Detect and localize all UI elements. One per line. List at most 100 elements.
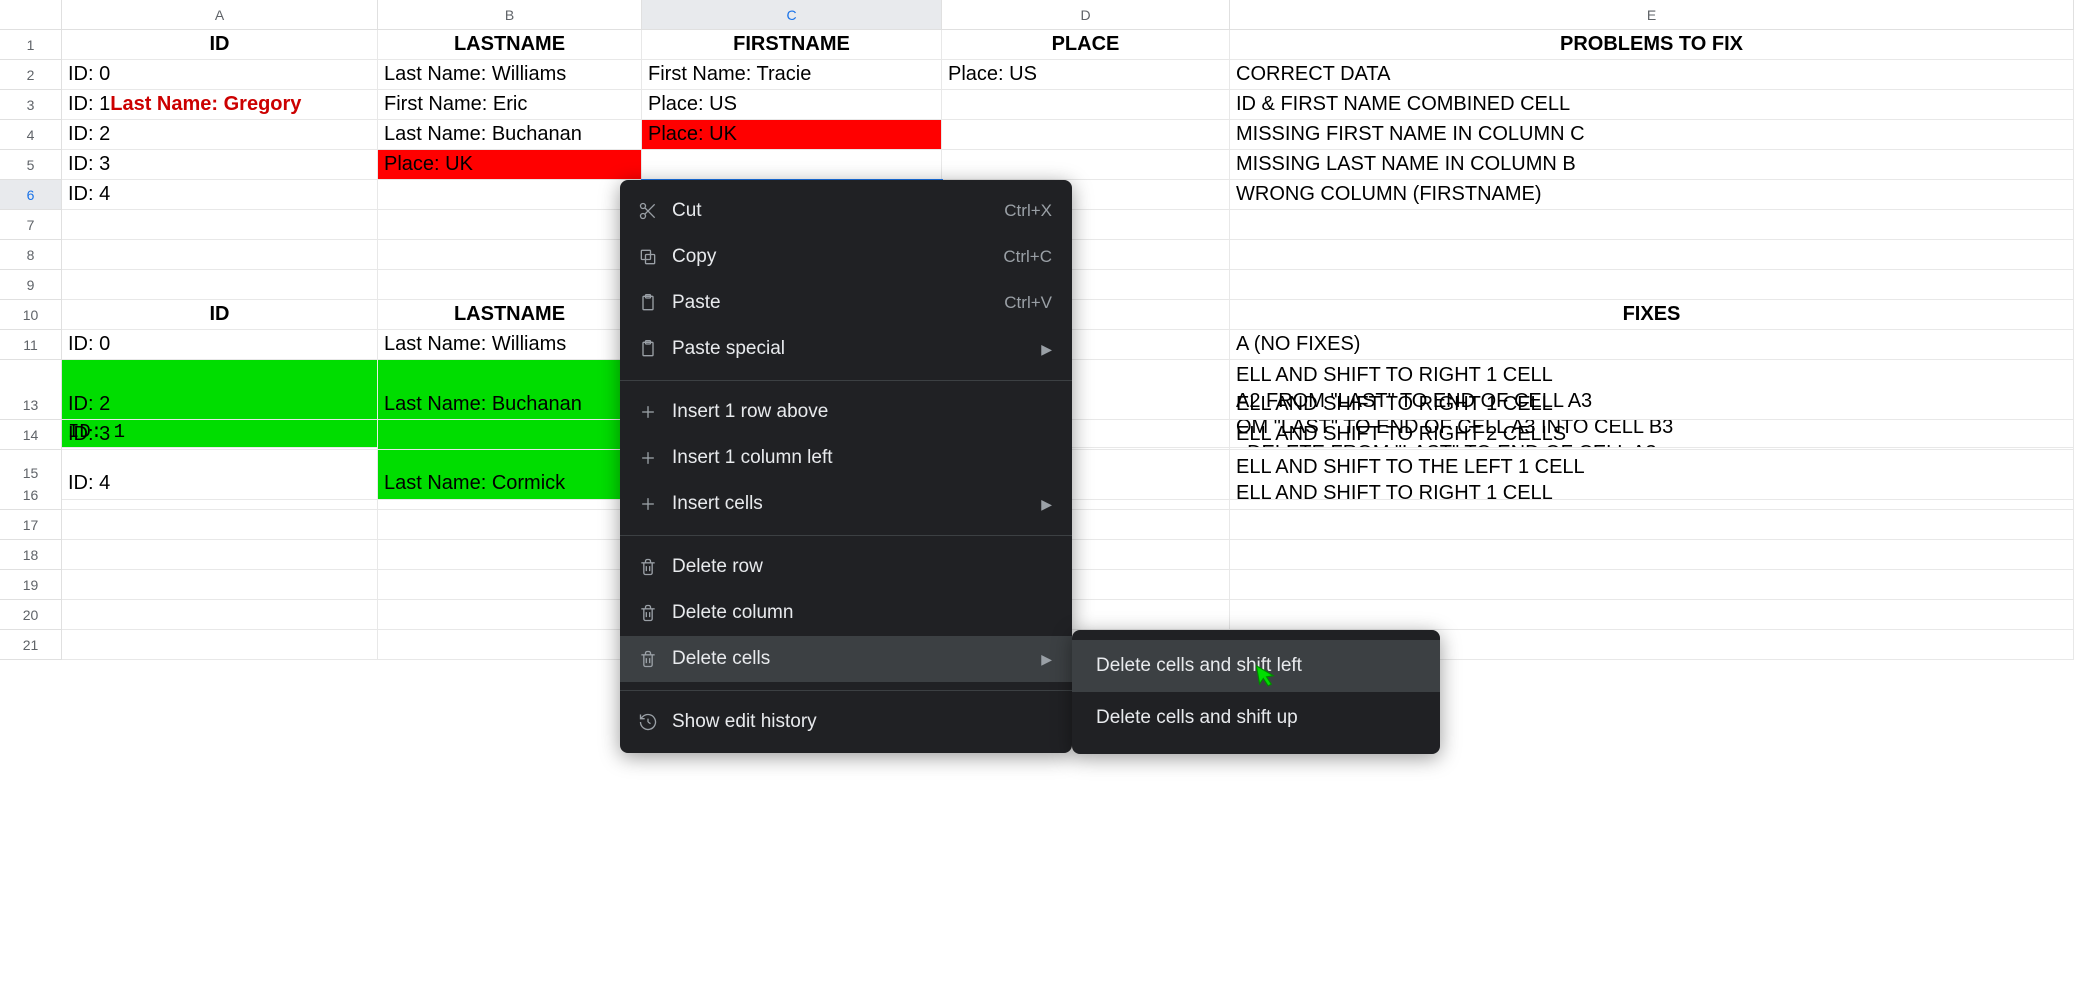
row-header-4[interactable]: 4 [0,120,62,150]
cell-A3[interactable]: ID: 1 Last Name: Gregory [62,90,378,120]
menu-delete-cells[interactable]: Delete cells ▶ [620,636,1072,682]
row-header-20[interactable]: 20 [0,600,62,630]
row-header-9[interactable]: 9 [0,270,62,300]
menu-separator [620,535,1072,536]
menu-paste[interactable]: Paste Ctrl+V [620,280,1072,326]
cell-A4[interactable]: ID: 2 [62,120,378,150]
cell-B3[interactable]: First Name: Eric [378,90,642,120]
row-header-10[interactable]: 10 [0,300,62,330]
delete-cells-submenu: Delete cells and shift left Delete cells… [1072,630,1440,754]
col-header-E[interactable]: E [1230,0,2074,30]
cell-E5[interactable]: MISSING LAST NAME IN COLUMN B [1230,150,2074,180]
cell-C1[interactable]: FIRSTNAME [642,30,942,60]
cell-A13[interactable]: ID: 2 [62,390,378,420]
submenu-shift-up[interactable]: Delete cells and shift up [1072,692,1440,744]
cell-D2[interactable]: Place: US [942,60,1230,90]
cell-E13[interactable]: ELL AND SHIFT TO RIGHT 1 CELL [1230,390,2074,420]
cell-C5[interactable] [642,150,942,180]
row-header-18[interactable]: 18 [0,540,62,570]
cell-B4[interactable]: Last Name: Buchanan [378,120,642,150]
row-header-7[interactable]: 7 [0,210,62,240]
row-header-2[interactable]: 2 [0,60,62,90]
cell-E11[interactable]: A (NO FIXES) [1230,330,2074,360]
plus-icon [638,448,672,468]
cell-A6[interactable]: ID: 4 [62,180,378,210]
cell-C3[interactable]: Place: US [642,90,942,120]
submenu-shift-left[interactable]: Delete cells and shift left [1072,640,1440,692]
cell-E4[interactable]: MISSING FIRST NAME IN COLUMN C [1230,120,2074,150]
select-all-corner[interactable] [0,0,62,30]
cell-E14[interactable]: ELL AND SHIFT TO RIGHT 2 CELLS [1230,420,2074,450]
shortcut-label: Ctrl+C [1003,247,1052,267]
menu-insert-column[interactable]: Insert 1 column left [620,435,1072,481]
cell-A7[interactable] [62,210,378,240]
row-header-13[interactable]: 13 [0,390,62,420]
row-header-6[interactable]: 6 [0,180,62,210]
cell-E1[interactable]: PROBLEMS TO FIX [1230,30,2074,60]
menu-edit-history[interactable]: Show edit history [620,699,1072,745]
chevron-right-icon: ▶ [1041,496,1052,513]
cell-B14[interactable] [378,420,642,450]
cell-E3[interactable]: ID & FIRST NAME COMBINED CELL [1230,90,2074,120]
menu-copy[interactable]: Copy Ctrl+C [620,234,1072,280]
row-header-19[interactable]: 19 [0,570,62,600]
context-menu: Cut Ctrl+X Copy Ctrl+C Paste Ctrl+V Past… [620,180,1072,753]
chevron-right-icon: ▶ [1041,341,1052,358]
chevron-right-icon: ▶ [1041,651,1052,668]
cell-D5[interactable] [942,150,1230,180]
menu-delete-row[interactable]: Delete row [620,544,1072,590]
plus-icon [638,402,672,422]
row-header-8[interactable]: 8 [0,240,62,270]
shortcut-label: Ctrl+V [1004,293,1052,313]
trash-icon [638,603,672,623]
menu-cut[interactable]: Cut Ctrl+X [620,188,1072,234]
cell-B2[interactable]: Last Name: Williams [378,60,642,90]
cell-B6[interactable] [378,180,642,210]
row-header-11[interactable]: 11 [0,330,62,360]
cell-C2[interactable]: First Name: Tracie [642,60,942,90]
cell-A10[interactable]: ID [62,300,378,330]
cell-A1[interactable]: ID [62,30,378,60]
menu-separator [620,380,1072,381]
copy-icon [638,247,672,267]
menu-insert-row[interactable]: Insert 1 row above [620,389,1072,435]
row-header-14[interactable]: 14 [0,420,62,450]
trash-icon [638,557,672,577]
cell-D4[interactable] [942,120,1230,150]
cell-A2[interactable]: ID: 0 [62,60,378,90]
col-header-C[interactable]: C [642,0,942,30]
clipboard-icon [638,339,672,359]
cell-A11[interactable]: ID: 0 [62,330,378,360]
menu-separator [620,690,1072,691]
row-header-5[interactable]: 5 [0,150,62,180]
cell-E6[interactable]: WRONG COLUMN (FIRSTNAME) [1230,180,2074,210]
row-header-1[interactable]: 1 [0,30,62,60]
menu-delete-column[interactable]: Delete column [620,590,1072,636]
row-header-16[interactable]: 16 [0,480,62,510]
cell-E10[interactable]: FIXES [1230,300,2074,330]
history-icon [638,712,672,732]
clipboard-icon [638,293,672,313]
row-header-21[interactable]: 21 [0,630,62,660]
cell-D1[interactable]: PLACE [942,30,1230,60]
col-header-A[interactable]: A [62,0,378,30]
trash-icon [638,649,672,669]
plus-icon [638,494,672,514]
cell-B13[interactable]: Last Name: Buchanan [378,390,642,420]
cell-B5[interactable]: Place: UK [378,150,642,180]
cell-C4[interactable]: Place: UK [642,120,942,150]
cell-B1[interactable]: LASTNAME [378,30,642,60]
row-header-3[interactable]: 3 [0,90,62,120]
cell-B10[interactable]: LASTNAME [378,300,642,330]
menu-insert-cells[interactable]: Insert cells ▶ [620,481,1072,527]
col-header-D[interactable]: D [942,0,1230,30]
row-header-17[interactable]: 17 [0,510,62,540]
cell-D3[interactable] [942,90,1230,120]
menu-paste-special[interactable]: Paste special ▶ [620,326,1072,372]
cell-B11[interactable]: Last Name: Williams [378,330,642,360]
col-header-B[interactable]: B [378,0,642,30]
cell-A5[interactable]: ID: 3 [62,150,378,180]
shortcut-label: Ctrl+X [1004,201,1052,221]
cell-E2[interactable]: CORRECT DATA [1230,60,2074,90]
cell-A14[interactable]: ID: 3 [62,420,378,450]
